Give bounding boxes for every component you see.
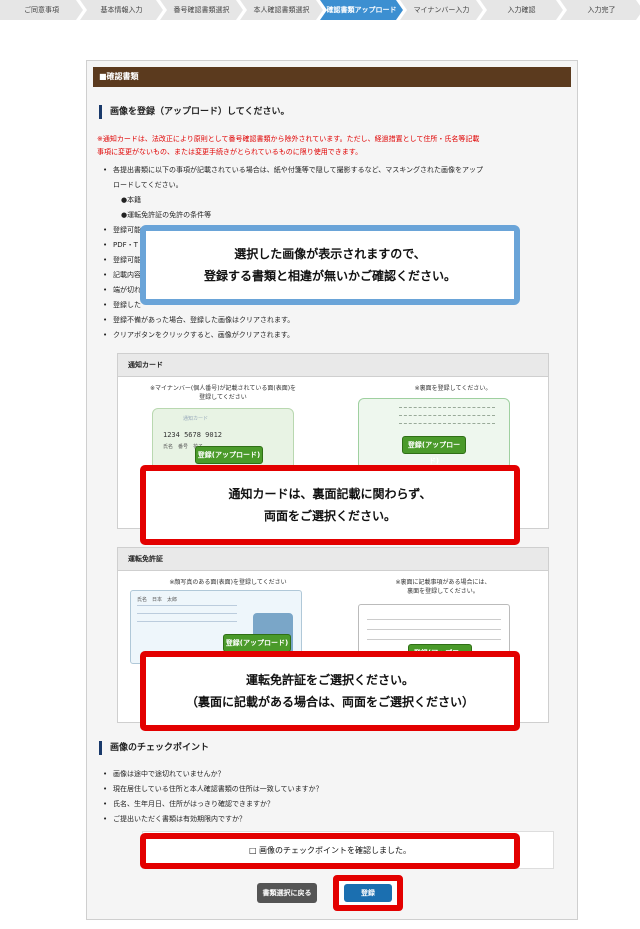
preview-callout: 選択した画像が表示されますので、 登録する書類と相違が無いかご確認ください。 xyxy=(140,225,520,305)
instruction-item: ●本籍 xyxy=(121,196,142,204)
notify-front-upload-button[interactable]: 登録(アップロード) xyxy=(195,446,263,464)
callout-line: 両面をご選択ください。 xyxy=(263,509,396,523)
callout-line: 通知カードは、裏面記載に関わらず、 xyxy=(228,487,432,501)
notify-front-caption: ※マイナンバー(個人番号)が記載されている面(表面)を 登録してください xyxy=(138,384,308,402)
step-4: 本人確認書類選択 xyxy=(240,0,323,20)
callout-line: 登録する書類と相違が無いかご確認ください。 xyxy=(203,269,456,283)
notice-text: ※通知カードは、法改正により原則として番号確認書類から除外されています。ただし、… xyxy=(97,133,567,159)
confirm-checkbox-callout[interactable]: □ 画像のチェックポイントを確認しました。 xyxy=(140,833,520,869)
license-front-caption: ※顔写真のある面(表面)を登録してください xyxy=(169,579,287,586)
notify-callout: 通知カードは、裏面記載に関わらず、 両面をご選択ください。 xyxy=(140,465,520,545)
progress-steps: ご同意事項 基本情報入力 番号確認書類選択 本人確認書類選択 確認書類アップロード マイナ… xyxy=(0,0,640,20)
submit-button[interactable]: 登録 xyxy=(344,884,392,902)
step-7: 入力確認 xyxy=(480,0,563,20)
instruction-item: ロードしてください。 xyxy=(113,181,183,189)
step-3: 番号確認書類選択 xyxy=(160,0,243,20)
caption-line: ※裏面に記載事項がある場合には、 xyxy=(395,579,491,586)
notify-card-title: 通知カード xyxy=(118,354,548,377)
license-back-caption: ※裏面に記載事項がある場合には、 裏面を登録してください。 xyxy=(358,578,528,596)
confirm-checkbox-label[interactable]: □ 画像のチェックポイントを確認しました。 xyxy=(146,840,514,862)
section-title: ■確認書類 xyxy=(93,67,571,87)
license-title: 運転免許証 xyxy=(118,548,548,571)
checkpoint-item: 氏名、生年月日、住所がはっきり確認できますか？ xyxy=(103,797,323,812)
instruction-item: 登録不備があった場合、登録した画像はクリアされます。 xyxy=(103,313,563,328)
upload-heading: 画像を登録（アップロード）してください。 xyxy=(99,105,289,119)
checkpoint-item: 現在居住している住所と本人確認書類の住所は一致していますか？ xyxy=(103,782,323,797)
checkpoint-heading: 画像のチェックポイント xyxy=(99,741,209,755)
step-5: 確認書類アップロード xyxy=(320,0,403,20)
notify-back-caption: ※裏面を登録してください。 xyxy=(414,385,492,392)
callout-line: （裏面に記載がある場合は、両面をご選択ください） xyxy=(185,695,474,709)
license-callout: 運転免許証をご選択ください。 （裏面に記載がある場合は、両面をご選択ください） xyxy=(140,651,520,731)
caption-line: ※マイナンバー(個人番号)が記載されている面(表面)を xyxy=(149,385,297,392)
notice-line: ※通知カードは、法改正により原則として番号確認書類から除外されています。ただし、… xyxy=(97,135,480,143)
notify-back-upload-button[interactable]: 登録(アップロード) xyxy=(402,436,466,465)
instruction-item: クリアボタンをクリックすると、画像がクリアされます。 xyxy=(103,328,563,343)
card-label: 通知カード xyxy=(183,416,209,422)
step-1: ご同意事項 xyxy=(0,0,83,20)
caption-line: 登録してください xyxy=(199,394,247,401)
instruction-item: ●運転免許証の免許の条件等 xyxy=(121,211,212,219)
license-front-upload-button[interactable]: 登録(アップロード) xyxy=(223,634,291,652)
back-to-selection-button[interactable]: 書類選択に戻る xyxy=(257,883,317,903)
caption-line: 裏面を登録してください。 xyxy=(407,588,479,595)
checkpoint-item: 画像は途中で途切れていませんか？ xyxy=(103,767,323,782)
callout-line: 選択した画像が表示されますので、 xyxy=(234,247,426,261)
instruction-item: 各提出書類に以下の事項が記載されている場合は、紙や付箋等で隠して撮影するなど、マ… xyxy=(103,163,563,178)
step-2: 基本情報入力 xyxy=(80,0,163,20)
step-6: マイナンバー入力 xyxy=(400,0,483,20)
checkpoint-item: ご提出いただく書類は有効期限内ですか？ xyxy=(103,812,323,827)
notice-line: 事項に変更がないもの、または変更手続きがとられているものに限り使用できます。 xyxy=(97,148,363,156)
step-8: 入力完了 xyxy=(560,0,640,20)
checkpoint-list: 画像は途中で途切れていませんか？現在居住している住所と本人確認書類の住所は一致し… xyxy=(103,767,323,827)
card-number: 1234 5678 9012 xyxy=(163,431,223,439)
callout-line: 運転免許証をご選択ください。 xyxy=(245,673,414,687)
license-name: 氏名 日本 太郎 xyxy=(137,597,178,603)
